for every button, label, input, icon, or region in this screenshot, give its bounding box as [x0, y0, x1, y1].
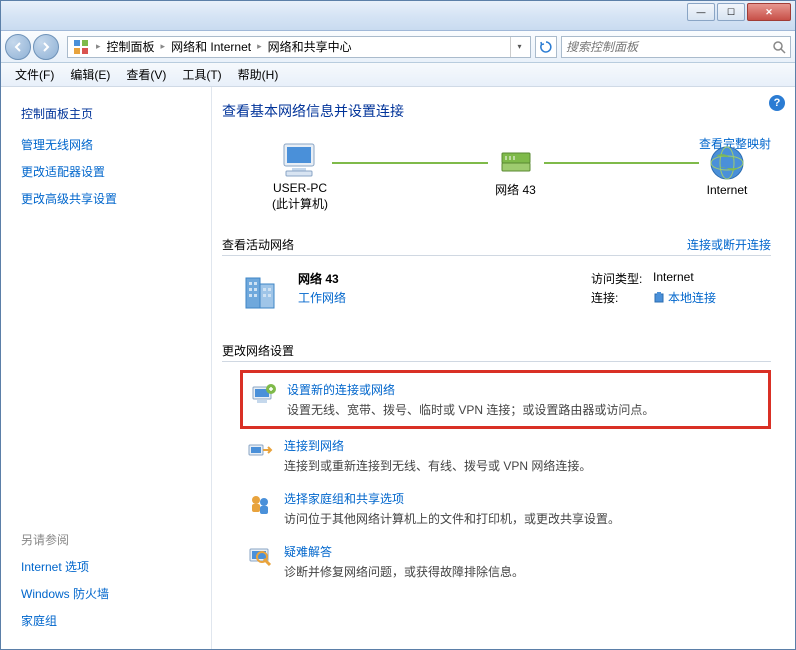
breadcrumb-item[interactable]: 网络和 Internet [169, 38, 253, 55]
task-list: 设置新的连接或网络 设置无线、宽带、拨号、临时或 VPN 连接；或设置路由器或访… [222, 366, 771, 588]
content-area: 控制面板主页 管理无线网络 更改适配器设置 更改高级共享设置 另请参阅 Inte… [1, 87, 795, 649]
section-change-settings: 更改网络设置 [222, 342, 771, 362]
access-type-label: 访问类型: [591, 270, 653, 287]
breadcrumb-separator: ▸ [92, 41, 105, 52]
map-node-internet-label: Internet [707, 183, 748, 197]
task-setup-connection[interactable]: 设置新的连接或网络 设置无线、宽带、拨号、临时或 VPN 连接；或设置路由器或访… [240, 370, 771, 429]
nav-back-button[interactable] [5, 34, 31, 60]
arrow-right-icon [40, 41, 52, 53]
map-connection-line [544, 162, 700, 164]
task-title[interactable]: 疑难解答 [284, 543, 524, 560]
titlebar: — ☐ ✕ [1, 1, 795, 31]
task-desc: 设置无线、宽带、拨号、临时或 VPN 连接；或设置路由器或访问点。 [287, 401, 654, 418]
map-node-switch-label: 网络 43 [495, 181, 536, 198]
sidebar-link-wireless[interactable]: 管理无线网络 [21, 136, 201, 153]
task-connect-network[interactable]: 连接到网络 连接到或重新连接到无线、有线、拨号或 VPN 网络连接。 [240, 429, 771, 482]
access-type-value: Internet [653, 270, 694, 287]
section-label: 更改网络设置 [222, 344, 294, 358]
troubleshoot-icon [246, 543, 274, 571]
search-input[interactable] [566, 40, 772, 54]
connect-disconnect-link[interactable]: 连接或断开连接 [687, 236, 771, 253]
task-desc: 诊断并修复网络问题，或获得故障排除信息。 [284, 563, 524, 580]
close-glyph: ✕ [765, 7, 773, 18]
breadcrumb-item[interactable]: 网络和共享中心 [266, 38, 354, 55]
search-icon [772, 40, 786, 54]
map-node-pc-sublabel: (此计算机) [272, 195, 328, 212]
maximize-button[interactable]: ☐ [717, 3, 745, 21]
breadcrumb-item[interactable]: 控制面板 [105, 38, 157, 55]
task-homegroup[interactable]: 选择家庭组和共享选项 访问位于其他网络计算机上的文件和打印机，或更改共享设置。 [240, 482, 771, 535]
breadcrumb[interactable]: ▸ 控制面板 ▸ 网络和 Internet ▸ 网络和共享中心 ▾ [67, 36, 531, 58]
nav-forward-button[interactable] [33, 34, 59, 60]
sidebar-link-sharing[interactable]: 更改高级共享设置 [21, 190, 201, 207]
menu-file[interactable]: 文件(F) [7, 64, 62, 85]
task-desc: 连接到或重新连接到无线、有线、拨号或 VPN 网络连接。 [284, 457, 591, 474]
connection-link[interactable]: 本地连接 [653, 289, 716, 306]
refresh-button[interactable] [535, 36, 557, 58]
maximize-glyph: ☐ [727, 7, 735, 18]
breadcrumb-separator: ▸ [253, 41, 266, 52]
menu-help[interactable]: 帮助(H) [230, 64, 287, 85]
sidebar-link-firewall[interactable]: Windows 防火墙 [21, 585, 201, 602]
active-network-row: 网络 43 工作网络 访问类型: Internet 连接: 本地连接 [222, 260, 771, 324]
sidebar-seealso-label: 另请参阅 [21, 531, 201, 548]
sidebar: 控制面板主页 管理无线网络 更改适配器设置 更改高级共享设置 另请参阅 Inte… [1, 87, 211, 649]
connection-value: 本地连接 [668, 289, 716, 306]
menubar: 文件(F) 编辑(E) 查看(V) 工具(T) 帮助(H) [1, 63, 795, 87]
window-frame: — ☐ ✕ ▸ 控制面板 ▸ 网络和 Internet ▸ 网络和共享中心 ▾ [0, 0, 796, 650]
map-node-pc-label: USER-PC [273, 181, 327, 195]
map-node-switch: 网络 43 [492, 141, 540, 212]
menu-edit[interactable]: 编辑(E) [62, 64, 118, 85]
map-connection-line [332, 162, 488, 164]
ethernet-icon [653, 291, 665, 305]
setup-connection-icon [249, 381, 277, 409]
close-button[interactable]: ✕ [747, 3, 791, 21]
task-troubleshoot[interactable]: 疑难解答 诊断并修复网络问题，或获得故障排除信息。 [240, 535, 771, 588]
network-map: USER-PC (此计算机) 网络 43 [222, 135, 771, 218]
main-panel: ? 查看基本网络信息并设置连接 查看完整映射 [211, 87, 795, 649]
refresh-icon [539, 40, 553, 54]
sidebar-link-homegroup[interactable]: 家庭组 [21, 612, 201, 629]
sidebar-home-link[interactable]: 控制面板主页 [21, 105, 201, 122]
map-node-pc: USER-PC (此计算机) [272, 141, 328, 212]
arrow-left-icon [12, 41, 24, 53]
sidebar-link-adapter[interactable]: 更改适配器设置 [21, 163, 201, 180]
minimize-button[interactable]: — [687, 3, 715, 21]
connection-label: 连接: [591, 289, 653, 306]
sidebar-link-internet-options[interactable]: Internet 选项 [21, 558, 201, 575]
section-label: 查看活动网络 [222, 238, 294, 252]
task-desc: 访问位于其他网络计算机上的文件和打印机，或更改共享设置。 [284, 510, 620, 527]
minimize-glyph: — [697, 7, 706, 17]
globe-icon [708, 144, 746, 182]
search-box[interactable] [561, 36, 791, 58]
active-network-type-link[interactable]: 工作网络 [298, 289, 591, 306]
breadcrumb-separator: ▸ [157, 41, 170, 52]
task-title[interactable]: 设置新的连接或网络 [287, 381, 654, 398]
homegroup-icon [246, 490, 274, 518]
section-active-networks: 查看活动网络 连接或断开连接 [222, 236, 771, 256]
task-title[interactable]: 选择家庭组和共享选项 [284, 490, 620, 507]
task-title[interactable]: 连接到网络 [284, 437, 591, 454]
help-icon[interactable]: ? [769, 95, 785, 111]
connect-network-icon [246, 437, 274, 465]
page-title: 查看基本网络信息并设置连接 [222, 101, 771, 121]
active-network-name: 网络 43 [298, 270, 591, 287]
computer-icon [278, 142, 322, 180]
map-node-internet: Internet [703, 143, 751, 211]
control-panel-icon [73, 39, 89, 55]
network-switch-icon [498, 143, 534, 179]
menu-tools[interactable]: 工具(T) [174, 64, 229, 85]
breadcrumb-dropdown[interactable]: ▾ [510, 37, 528, 57]
navbar: ▸ 控制面板 ▸ 网络和 Internet ▸ 网络和共享中心 ▾ [1, 31, 795, 63]
work-network-icon [240, 270, 286, 316]
menu-view[interactable]: 查看(V) [118, 64, 174, 85]
